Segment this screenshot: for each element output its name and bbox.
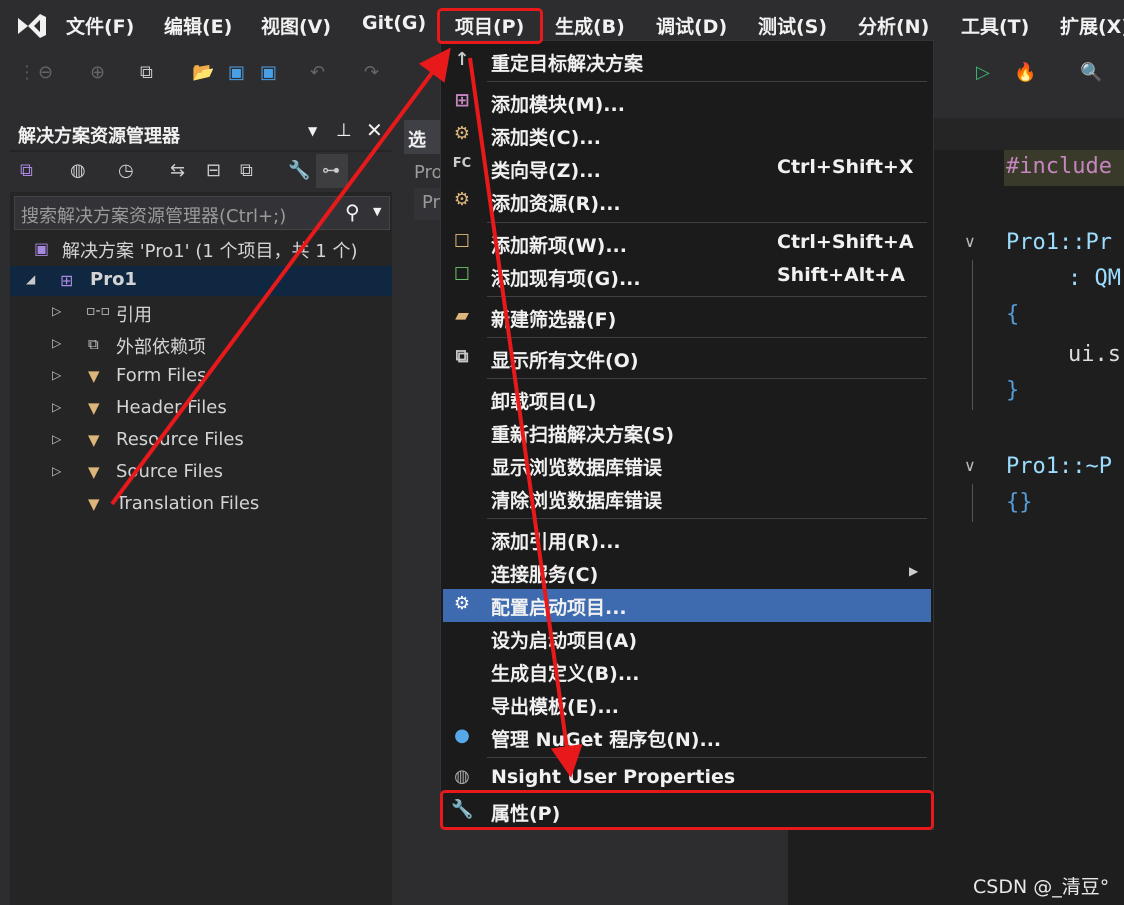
arrow-to-properties xyxy=(468,57,583,778)
arrow-to-project-menu xyxy=(110,47,451,506)
annotation-arrows xyxy=(110,47,583,778)
watermark: CSDN @_清豆° xyxy=(973,876,1110,898)
